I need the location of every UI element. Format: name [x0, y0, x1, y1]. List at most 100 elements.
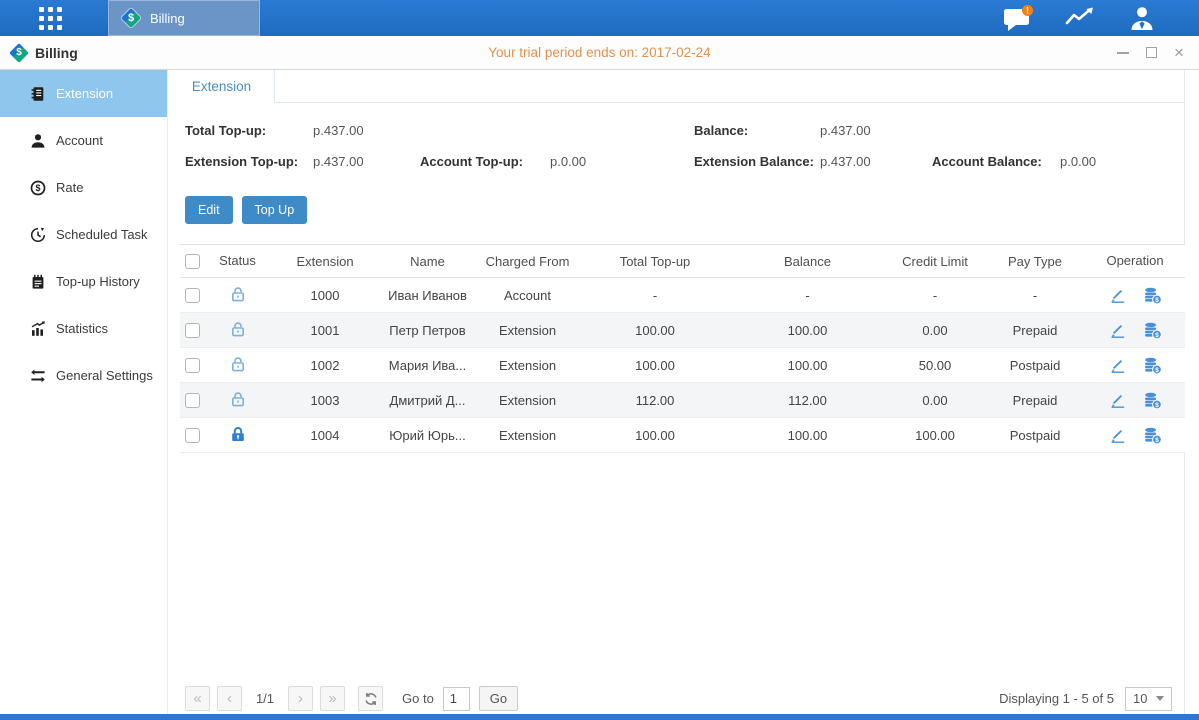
close-button[interactable]: × [1171, 45, 1187, 61]
name-cell: Дмитрий Д... [380, 393, 475, 408]
dollar-circle-icon: $ [29, 179, 46, 196]
charged-from-cell: Account [475, 288, 580, 303]
edit-row-icon[interactable] [1109, 426, 1128, 445]
credit-limit-cell: - [885, 288, 985, 303]
go-button[interactable]: Go [479, 686, 518, 711]
edit-row-icon[interactable] [1109, 286, 1128, 305]
col-extension: Extension [270, 254, 380, 269]
user-account-button[interactable] [1125, 4, 1159, 32]
sidebar-item-rate[interactable]: $ Rate [0, 164, 167, 211]
edit-row-icon[interactable] [1109, 391, 1128, 410]
balance-summary: Total Top-up: p.437.00 Balance: p.437.00… [185, 121, 1184, 183]
row-checkbox[interactable] [185, 428, 200, 443]
app-launcher-grid-icon[interactable] [39, 7, 62, 30]
table-header-row: Status Extension Name Charged From Total… [180, 244, 1185, 278]
name-cell: Мария Ива... [380, 358, 475, 373]
lock-open-icon [229, 390, 247, 411]
topup-row-icon[interactable]: $ [1143, 426, 1162, 445]
prev-page-button[interactable]: ‹ [217, 686, 242, 711]
total-topup-cell: 100.00 [580, 428, 730, 443]
minimize-button[interactable] [1115, 45, 1131, 61]
extension-balance-value: p.437.00 [820, 154, 871, 169]
col-charged-from: Charged From [475, 254, 580, 269]
svg-text:$: $ [1155, 436, 1159, 443]
page-size-select[interactable]: 10 [1125, 687, 1172, 711]
line-chart-icon [1065, 6, 1095, 30]
tab-strip: Extension [168, 70, 1184, 103]
top-up-button[interactable]: Top Up [242, 196, 308, 224]
sidebar-item-topup-history[interactable]: Top-up History [0, 258, 167, 305]
topup-row-icon[interactable]: $ [1143, 356, 1162, 375]
topup-row-icon[interactable]: $ [1143, 321, 1162, 340]
transfer-arrows-icon [29, 367, 46, 384]
edit-row-icon[interactable] [1109, 356, 1128, 375]
extension-cell: 1002 [270, 358, 380, 373]
row-checkbox[interactable] [185, 323, 200, 338]
table-row: 1003 Дмитрий Д... Extension 112.00 112.0… [180, 383, 1185, 418]
col-operation: Operation [1085, 244, 1185, 278]
main-content: Extension Total Top-up: p.437.00 Balance… [168, 70, 1185, 720]
person-icon [1128, 5, 1156, 31]
row-checkbox[interactable] [185, 288, 200, 303]
taskbar-tab-billing[interactable]: $ Billing [108, 0, 260, 36]
extension-cell: 1003 [270, 393, 380, 408]
total-topup-cell: - [580, 288, 730, 303]
maximize-button[interactable] [1143, 45, 1159, 61]
account-balance-value: p.0.00 [1060, 154, 1096, 169]
taskbar-tab-label: Billing [150, 11, 185, 26]
billing-app-icon: $ [10, 44, 28, 62]
trial-notice: Your trial period ends on: 2017-02-24 [0, 45, 1199, 60]
table-row: 1004 Юрий Юрь... Extension 100.00 100.00… [180, 418, 1185, 453]
sidebar-item-label: Rate [56, 180, 83, 195]
notifications-button[interactable]: ! [1001, 4, 1035, 32]
total-topup-value: p.437.00 [313, 123, 364, 138]
statistics-icon [29, 320, 46, 337]
balance-value: p.437.00 [820, 123, 871, 138]
lock-open-icon [229, 320, 247, 341]
sidebar-item-scheduled-task[interactable]: Scheduled Task [0, 211, 167, 258]
tab-extension[interactable]: Extension [169, 70, 275, 103]
topup-row-icon[interactable]: $ [1143, 286, 1162, 305]
edit-row-icon[interactable] [1109, 321, 1128, 340]
table-row: 1002 Мария Ива... Extension 100.00 100.0… [180, 348, 1185, 383]
reports-button[interactable] [1063, 4, 1097, 32]
chevron-down-icon [1156, 696, 1164, 701]
row-checkbox[interactable] [185, 393, 200, 408]
chat-bubble-icon: ! [1002, 5, 1034, 32]
col-name: Name [380, 254, 475, 269]
total-topup-cell: 100.00 [580, 358, 730, 373]
refresh-button[interactable] [358, 686, 383, 711]
goto-page-input[interactable] [443, 687, 470, 711]
balance-cell: - [730, 288, 885, 303]
window-bottom-border [0, 714, 1199, 720]
name-cell: Петр Петров [380, 323, 475, 338]
taskbar: $ Billing ! [0, 0, 1199, 36]
lock-open-icon [229, 355, 247, 376]
pay-type-cell: - [985, 288, 1085, 303]
pay-type-cell: Prepaid [985, 323, 1085, 338]
charged-from-cell: Extension [475, 393, 580, 408]
tab-label: Extension [192, 79, 251, 94]
credit-limit-cell: 0.00 [885, 393, 985, 408]
account-balance-label: Account Balance: [932, 154, 1042, 169]
topup-row-icon[interactable]: $ [1143, 391, 1162, 410]
sidebar-item-extension[interactable]: Extension [0, 70, 167, 117]
svg-text:$: $ [1155, 401, 1159, 408]
svg-text:$: $ [1155, 296, 1159, 303]
select-all-checkbox[interactable] [185, 254, 200, 269]
edit-button[interactable]: Edit [185, 196, 233, 224]
last-page-button[interactable]: » [320, 686, 345, 711]
extension-cell: 1000 [270, 288, 380, 303]
sidebar-item-general-settings[interactable]: General Settings [0, 352, 167, 399]
balance-label: Balance: [694, 123, 748, 138]
sidebar-item-label: Statistics [56, 321, 108, 336]
sidebar: Extension Account $ Rate Scheduled Task [0, 70, 168, 720]
first-page-button[interactable]: « [185, 686, 210, 711]
sidebar-item-account[interactable]: Account [0, 117, 167, 164]
row-checkbox[interactable] [185, 358, 200, 373]
sidebar-item-statistics[interactable]: Statistics [0, 305, 167, 352]
next-page-button[interactable]: › [288, 686, 313, 711]
window-title: Billing [35, 45, 78, 61]
sidebar-item-label: Account [56, 133, 103, 148]
pay-type-cell: Postpaid [985, 428, 1085, 443]
